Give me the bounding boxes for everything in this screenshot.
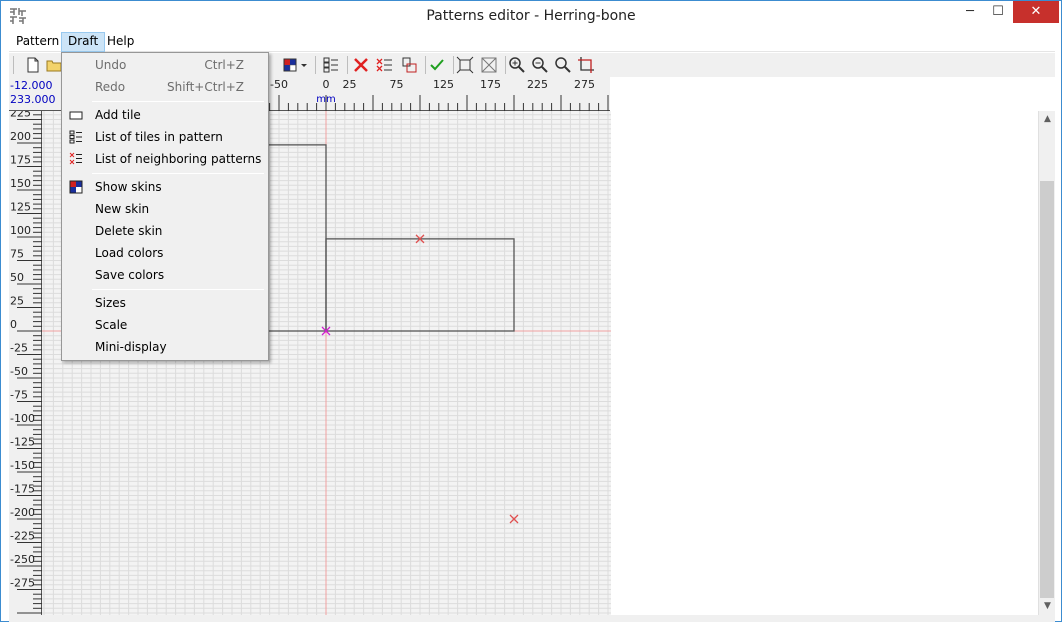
tile-split-icon[interactable] bbox=[399, 55, 419, 75]
ruler-left-label: -100 bbox=[10, 412, 35, 425]
delete-red-x-icon[interactable] bbox=[351, 55, 371, 75]
list-icon[interactable] bbox=[321, 55, 341, 75]
ruler-unit-label: mm bbox=[316, 94, 335, 105]
toolbar-separator bbox=[453, 56, 454, 74]
zoom-in-icon[interactable] bbox=[507, 55, 527, 75]
window-bottom-edge bbox=[9, 615, 1055, 622]
toolbar-separator bbox=[505, 56, 506, 74]
neighbor-list-icon bbox=[69, 152, 82, 165]
ruler-top-label: 0 bbox=[323, 78, 330, 91]
fit-all-icon[interactable] bbox=[479, 55, 499, 75]
menu-item-load-colors[interactable]: Load colors bbox=[64, 242, 266, 264]
menu-item-scale[interactable]: Scale bbox=[64, 314, 266, 336]
tile-list-icon bbox=[69, 130, 82, 144]
ruler-left-label: 75 bbox=[10, 248, 24, 261]
scroll-down-arrow-icon[interactable]: ▼ bbox=[1039, 598, 1056, 615]
ruler-top-label: 275 bbox=[574, 78, 595, 91]
ruler-left-label: 125 bbox=[10, 201, 31, 214]
validate-check-icon[interactable] bbox=[427, 55, 447, 75]
app-window: Patterns editor - Herring-bone ─ ☐ ✕ Pat… bbox=[0, 0, 1062, 622]
rectangle-icon bbox=[69, 111, 83, 120]
ruler-left: 225 200 175 150 125 100 75 50 25 0 -25 -50 -75 -100 -1… bbox=[9, 111, 42, 615]
ruler-left-scale: 225 200 175 150 125 100 75 50 25 0 -25 -50 -75 -100 -1… bbox=[10, 111, 42, 615]
menu-separator bbox=[92, 101, 264, 102]
zoom-icon[interactable] bbox=[553, 55, 573, 75]
menu-bar: Pattern Draft Help bbox=[9, 32, 1055, 52]
menu-item-add-tile[interactable]: Add tile bbox=[64, 104, 266, 126]
toolbar-separator bbox=[347, 56, 348, 74]
fit-frame-icon[interactable] bbox=[455, 55, 475, 75]
ruler-left-label: 25 bbox=[10, 295, 24, 308]
menu-draft[interactable]: Draft bbox=[61, 32, 106, 52]
menu-separator bbox=[92, 289, 264, 290]
menu-item-new-skin[interactable]: New skin bbox=[64, 198, 266, 220]
menu-separator bbox=[92, 173, 264, 174]
menu-item-sizes[interactable]: Sizes bbox=[64, 292, 266, 314]
menu-item-undo[interactable]: Undo Ctrl+Z bbox=[64, 54, 266, 76]
vertical-scrollbar[interactable]: ▲ ▼ bbox=[1038, 111, 1055, 615]
scroll-thumb[interactable] bbox=[1040, 181, 1054, 598]
menu-item-save-colors[interactable]: Save colors bbox=[64, 264, 266, 286]
menu-item-list-of-neighboring-patterns[interactable]: List of neighboring patterns bbox=[64, 148, 266, 170]
ruler-left-label: -250 bbox=[10, 553, 35, 566]
crop-icon[interactable] bbox=[576, 55, 596, 75]
ruler-left-label: -200 bbox=[10, 506, 35, 519]
ruler-top-label: 25 bbox=[343, 78, 357, 91]
ruler-left-label: -175 bbox=[10, 483, 35, 496]
ruler-left-label: 100 bbox=[10, 224, 31, 237]
ruler-left-label: -75 bbox=[10, 389, 28, 402]
maximize-button[interactable]: ☐ bbox=[984, 1, 1012, 23]
ruler-top-label: 225 bbox=[527, 78, 548, 91]
menu-item-mini-display[interactable]: Mini-display bbox=[64, 336, 266, 358]
zoom-out-icon[interactable] bbox=[530, 55, 550, 75]
ruler-left-label: -125 bbox=[10, 436, 35, 449]
ruler-left-label: -50 bbox=[10, 365, 28, 378]
menu-item-list-of-tiles[interactable]: List of tiles in pattern bbox=[64, 126, 266, 148]
scroll-up-arrow-icon[interactable]: ▲ bbox=[1039, 111, 1056, 128]
ruler-left-label: -150 bbox=[10, 459, 35, 472]
ruler-left-label: 225 bbox=[10, 111, 31, 120]
delete-list-icon[interactable] bbox=[375, 55, 395, 75]
title-bar[interactable]: Patterns editor - Herring-bone ─ ☐ ✕ bbox=[1, 1, 1061, 31]
ruler-left-label: -275 bbox=[10, 577, 35, 590]
menu-pattern[interactable]: Pattern bbox=[10, 32, 65, 52]
window-title: Patterns editor - Herring-bone bbox=[426, 8, 636, 24]
ruler-left-label: 0 bbox=[10, 318, 17, 331]
skin-color-dropdown-icon[interactable] bbox=[281, 55, 311, 75]
ruler-left-label: 200 bbox=[10, 130, 31, 143]
ruler-left-label: 150 bbox=[10, 177, 31, 190]
minimize-button[interactable]: ─ bbox=[956, 1, 984, 23]
ruler-left-label: -225 bbox=[10, 530, 35, 543]
ruler-top-label: 125 bbox=[433, 78, 454, 91]
toolbar-separator bbox=[13, 56, 14, 74]
toolbar-separator bbox=[425, 56, 426, 74]
menu-item-show-skins[interactable]: Show skins bbox=[64, 176, 266, 198]
menu-item-delete-skin[interactable]: Delete skin bbox=[64, 220, 266, 242]
ruler-left-label: 175 bbox=[10, 154, 31, 167]
ruler-top-label: -50 bbox=[270, 78, 288, 91]
new-file-icon[interactable] bbox=[23, 55, 43, 75]
toolbar-separator bbox=[315, 56, 316, 74]
draft-menu-dropdown: Undo Ctrl+Z Redo Shift+Ctrl+Z Add tile L… bbox=[61, 52, 269, 361]
menu-item-redo[interactable]: Redo Shift+Ctrl+Z bbox=[64, 76, 266, 98]
menu-help[interactable]: Help bbox=[101, 32, 140, 52]
ruler-top-label: 175 bbox=[480, 78, 501, 91]
ruler-left-label: 50 bbox=[10, 271, 24, 284]
close-button[interactable]: ✕ bbox=[1013, 1, 1059, 23]
ruler-top-label: 75 bbox=[390, 78, 404, 91]
ruler-left-label: -25 bbox=[10, 342, 28, 355]
preview-area bbox=[611, 111, 1038, 615]
skins-icon bbox=[69, 180, 83, 194]
